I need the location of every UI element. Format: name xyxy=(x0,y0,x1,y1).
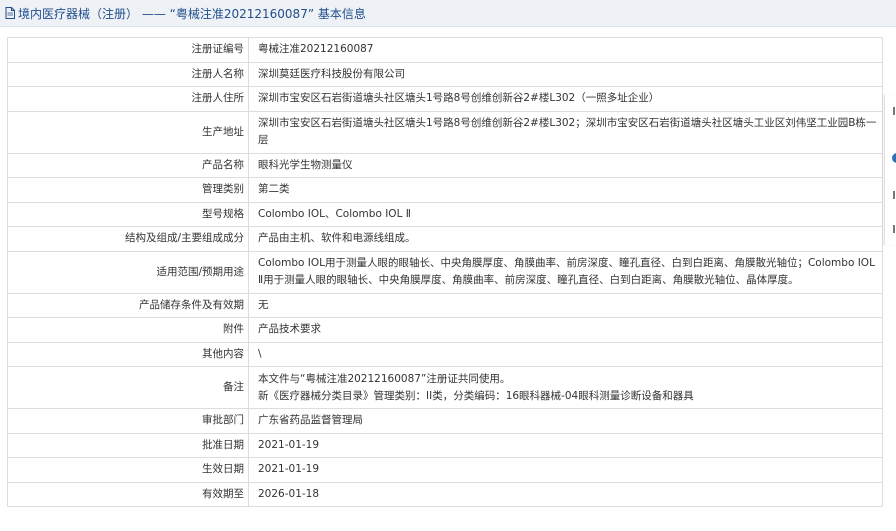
row-value: 粤械注准20212160087 xyxy=(248,37,883,63)
row-label: 生产地址 xyxy=(7,110,249,154)
row-label: 批准日期 xyxy=(7,432,249,458)
row-value: 第二类 xyxy=(248,177,883,203)
row-label: 产品储存条件及有效期 xyxy=(7,292,249,318)
row-label: 适用范围/预期用途 xyxy=(7,250,249,294)
table-row: 注册人住所 深圳市宝安区石岩街道塘头社区塘头1号路8号创维创新谷2#楼L302（… xyxy=(7,86,883,112)
table-row: 产品名称 眼科光学生物测量仪 xyxy=(7,152,883,178)
row-label: 注册人名称 xyxy=(7,61,249,87)
row-label: 产品名称 xyxy=(7,152,249,178)
row-label: 管理类别 xyxy=(7,177,249,203)
remark-line: 本文件与“粤械注准20212160087”注册证共同使用。 xyxy=(258,372,511,385)
toolbar-circle-icon[interactable] xyxy=(892,153,896,163)
row-value: 2021-01-19 xyxy=(248,457,883,483)
table-row: 审批部门 广东省药品监督管理局 xyxy=(7,408,883,434)
page-title-bar: 境内医疗器械（注册） —— “粤械注准20212160087” 基本信息 xyxy=(0,0,896,27)
table-row: 产品储存条件及有效期 无 xyxy=(7,292,883,318)
table-row: 适用范围/预期用途 Colombo IOL用于测量人眼的眼轴长、中央角膜厚度、角… xyxy=(7,250,883,294)
row-label: 其他内容 xyxy=(7,341,249,367)
row-label: 型号规格 xyxy=(7,201,249,227)
row-value: 产品由主机、软件和电源线组成。 xyxy=(248,226,883,252)
row-label: 生效日期 xyxy=(7,457,249,483)
row-label: 注册证编号 xyxy=(7,37,249,63)
row-label: 附件 xyxy=(7,317,249,343)
row-value: 本文件与“粤械注准20212160087”注册证共同使用。 新《医疗器械分类目录… xyxy=(248,366,883,409)
row-value: 深圳莫廷医疗科技股份有限公司 xyxy=(248,61,883,87)
table-row: 注册证编号 粤械注准20212160087 xyxy=(7,37,883,63)
row-value: 深圳市宝安区石岩街道塘头社区塘头1号路8号创维创新谷2#楼L302（一照多址企业… xyxy=(248,86,883,112)
row-value: Colombo IOL、Colombo IOL Ⅱ xyxy=(248,201,883,227)
row-label: 审批部门 xyxy=(7,408,249,434)
row-value: 2021-01-19 xyxy=(248,432,883,458)
row-value: 广东省药品监督管理局 xyxy=(248,408,883,434)
row-value: \ xyxy=(248,341,883,367)
row-value: 无 xyxy=(248,292,883,318)
table-row: 生产地址 深圳市宝安区石岩街道塘头社区塘头1号路8号创维创新谷2#楼L302；深… xyxy=(7,110,883,154)
row-value: 产品技术要求 xyxy=(248,317,883,343)
table-row: 注册人名称 深圳莫廷医疗科技股份有限公司 xyxy=(7,61,883,87)
table-row: 管理类别 第二类 xyxy=(7,177,883,203)
table-row: 备注 本文件与“粤械注准20212160087”注册证共同使用。 新《医疗器械分… xyxy=(7,366,883,409)
page-title: 境内医疗器械（注册） —— “粤械注准20212160087” 基本信息 xyxy=(18,6,366,21)
remark-line: 新《医疗器械分类目录》管理类别：II类，分类编码：16眼科器械-04眼科测量诊断… xyxy=(258,389,694,402)
detail-table: 注册证编号 粤械注准20212160087 注册人名称 深圳莫廷医疗科技股份有限… xyxy=(7,37,883,507)
row-label: 注册人住所 xyxy=(7,86,249,112)
row-value: 眼科光学生物测量仪 xyxy=(248,152,883,178)
row-value: 2026-01-18 xyxy=(248,481,883,507)
row-value: Colombo IOL用于测量人眼的眼轴长、中央角膜厚度、角膜曲率、前房深度、瞳… xyxy=(248,250,883,294)
table-row: 型号规格 Colombo IOL、Colombo IOL Ⅱ xyxy=(7,201,883,227)
table-row: 有效期至 2026-01-18 xyxy=(7,481,883,507)
table-row: 结构及组成/主要组成成分 产品由主机、软件和电源线组成。 xyxy=(7,226,883,252)
table-row: 生效日期 2021-01-19 xyxy=(7,457,883,483)
row-label: 有效期至 xyxy=(7,481,249,507)
table-row: 附件 产品技术要求 xyxy=(7,317,883,343)
row-label: 结构及组成/主要组成成分 xyxy=(7,226,249,252)
table-row: 其他内容 \ xyxy=(7,341,883,367)
row-value: 深圳市宝安区石岩街道塘头社区塘头1号路8号创维创新谷2#楼L302；深圳市宝安区… xyxy=(248,110,883,154)
table-row: 批准日期 2021-01-19 xyxy=(7,432,883,458)
row-label: 备注 xyxy=(7,366,249,409)
document-icon xyxy=(5,7,15,19)
floating-side-toolbar[interactable] xyxy=(884,95,896,245)
